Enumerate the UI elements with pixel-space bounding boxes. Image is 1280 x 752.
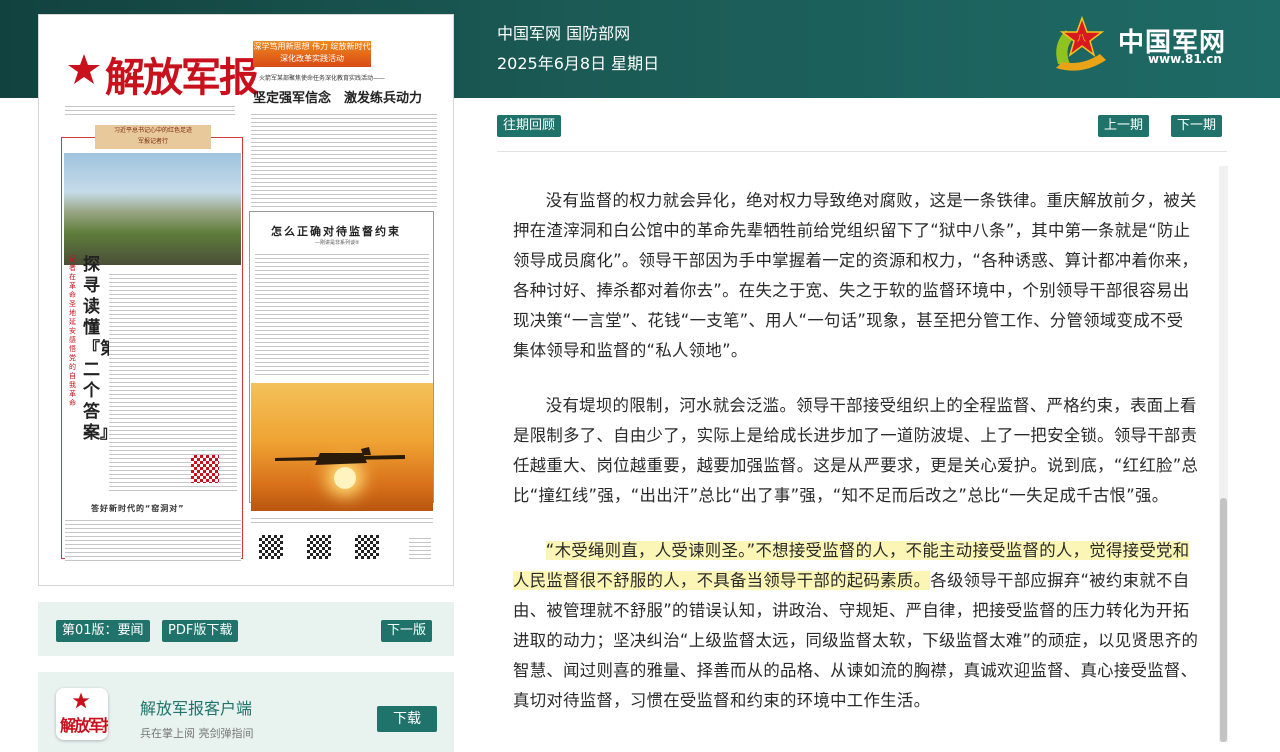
bottom-text xyxy=(65,517,241,561)
qr-code xyxy=(191,455,219,483)
column-banner-line: 习近平总书记心中的红色足迹 xyxy=(113,127,192,134)
star-icon xyxy=(72,692,90,709)
prev-issue-button[interactable]: 上一期 xyxy=(1098,115,1150,137)
promo-line: 深学笃用新思想 伟力 绽放新时代 xyxy=(253,42,371,51)
newspaper-page-thumbnail[interactable]: 解放军报 深学笃用新思想 伟力 绽放新时代 深化改革实践活动 火箭军某部聚焦使命… xyxy=(38,14,454,586)
pdf-download-button[interactable]: PDF版下载 xyxy=(162,620,239,642)
feature-title: 探寻读懂『第二个答案』 xyxy=(83,255,117,443)
promo-line: 深化改革实践活动 xyxy=(280,54,344,63)
star-logo-icon: 八 xyxy=(1056,15,1106,71)
article-paragraph: “木受绳则直，人受谏则圣。”不想接受监督的人，不能主动接受监督的人，觉得接受党和… xyxy=(513,536,1199,716)
svg-text:八: 八 xyxy=(1077,34,1086,44)
bottom-title: 答好新时代的“窑洞对” xyxy=(91,504,185,513)
next-page-button[interactable]: 下一版 xyxy=(381,620,433,642)
lead-headline: 坚定强军信念 激发练兵动力 xyxy=(253,91,423,106)
article-body: 没有监督的权力就会异化，绝对权力导致绝对腐败，这是一条铁律。重庆解放前夕，被关押… xyxy=(513,186,1199,741)
aircraft-icon xyxy=(275,447,405,465)
site-name[interactable]: 中国军网 国防部网 xyxy=(497,20,630,44)
issue-date: 2025年6月8日 星期日 xyxy=(497,54,660,73)
feature-photo xyxy=(64,153,241,265)
divider xyxy=(497,151,1227,152)
feature-subtitle: 记者在革命圣地延安感悟党的自我革命 xyxy=(69,255,76,407)
qr-code xyxy=(355,535,379,559)
paragraph-text: 各级领导干部应摒弃“被约束就不自由、被管理就不舒服”的错误认知，讲政治、守规矩、… xyxy=(513,571,1199,710)
next-issue-button[interactable]: 下一期 xyxy=(1171,115,1223,137)
masthead: 解放军报 xyxy=(105,54,259,101)
promo-banner: 深学笃用新思想 伟力 绽放新时代 深化改革实践活动 xyxy=(253,41,371,67)
archive-button[interactable]: 往期回顾 xyxy=(497,115,562,137)
lead-subtitle: 火箭军某部聚焦使命任务深化教育实践活动—— xyxy=(259,75,386,82)
commentary-subtitle: —刚讲是非系列谈⑤ xyxy=(315,240,360,246)
scrollbar-thumb[interactable] xyxy=(1220,498,1227,742)
qr-code xyxy=(259,535,283,559)
app-icon-text: 解放军报 xyxy=(60,716,108,735)
commentary-text xyxy=(255,251,429,375)
article-paragraph: 没有监督的权力就会异化，绝对权力导致绝对腐败，这是一条铁律。重庆解放前夕，被关押… xyxy=(513,191,1199,360)
app-icon[interactable]: 解放军报 xyxy=(56,688,108,740)
qr-code xyxy=(307,535,331,559)
column-banner: 习近平总书记心中的红色足迹 军报记者行 xyxy=(95,125,211,149)
app-download-button[interactable]: 下载 xyxy=(377,706,437,732)
article-paragraph: 没有堤坝的限制，河水就会泛滥。领导干部接受组织上的全程监督、严格约束，表面上看是… xyxy=(513,396,1199,505)
star-icon xyxy=(68,54,100,84)
app-description: 兵在掌上阅 亮剑弹指间 xyxy=(140,727,254,740)
qr-caption xyxy=(409,535,431,559)
logo-url: www.81.cn xyxy=(1148,52,1222,66)
masthead-meta xyxy=(65,103,245,117)
lead-text xyxy=(251,111,437,207)
commentary-title: 怎么正确对待监督约束 xyxy=(271,225,401,238)
page-label-button[interactable]: 第01版：要闻 xyxy=(56,620,150,642)
column-banner-line: 军报记者行 xyxy=(137,138,168,145)
caption-text xyxy=(251,515,433,523)
app-name[interactable]: 解放军报客户端 xyxy=(140,695,252,719)
